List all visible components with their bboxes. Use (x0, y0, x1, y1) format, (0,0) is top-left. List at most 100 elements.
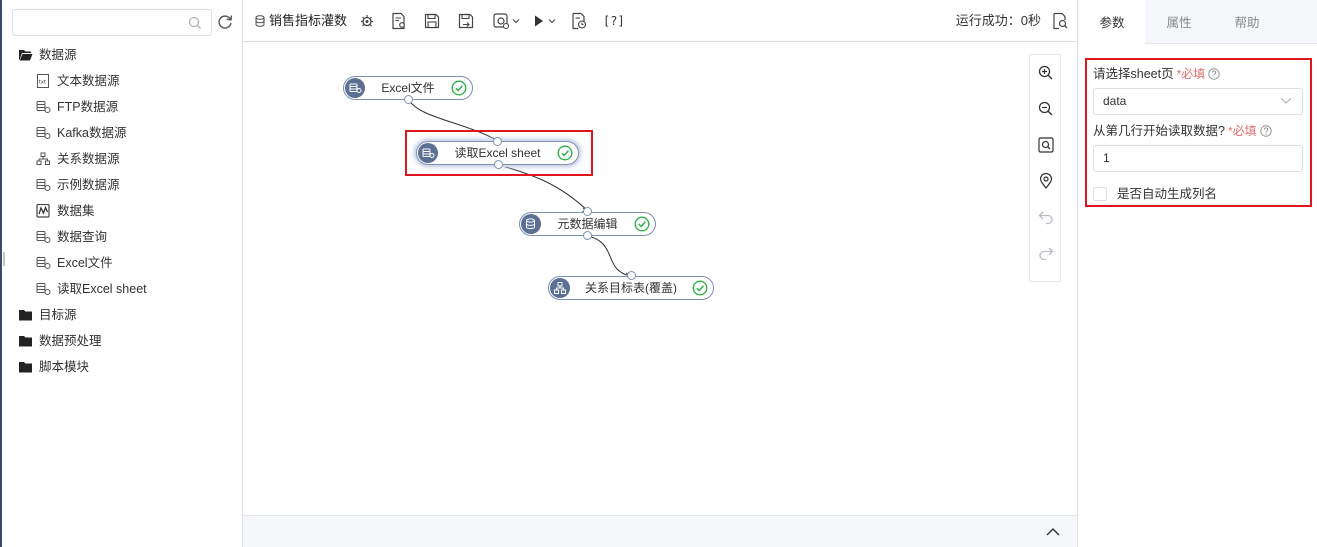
tree-item-data-query[interactable]: 数据查询 (0, 224, 240, 250)
search-box[interactable] (12, 9, 212, 36)
refresh-icon[interactable] (216, 13, 234, 31)
node-output-port[interactable] (404, 95, 413, 104)
tree-item-relational-datasource[interactable]: 关系数据源 (0, 146, 240, 172)
help-button[interactable]: [?] (603, 12, 625, 30)
tree-folder-label: 目标源 (39, 308, 77, 322)
tree-item-label: 数据查询 (57, 230, 108, 244)
run-dropdown-button[interactable] (532, 12, 560, 30)
tree-item-kafka-datasource[interactable]: Kafka数据源 (0, 120, 240, 146)
file-settings-icon (392, 12, 405, 30)
relation-tree-icon (550, 278, 570, 298)
tree-folder-target[interactable]: 目标源 (0, 302, 240, 328)
tab-help[interactable]: 帮助 (1214, 0, 1280, 44)
right-properties-panel: 参数 属性 帮助 请选择sheet页 *必填 data 从第几行开始读取数据? *必… (1077, 0, 1317, 547)
database-gear-icon (418, 143, 438, 163)
required-mark: *必填 (1227, 124, 1257, 138)
database-gear-icon (36, 179, 51, 191)
tree-item-text-datasource[interactable]: txt 文本数据源 (0, 68, 240, 94)
zoom-out-icon[interactable] (1037, 100, 1055, 118)
start-row-label-text: 从第几行开始读取数据? (1093, 124, 1225, 138)
tree-item-ftp-datasource[interactable]: FTP数据源 (0, 94, 240, 120)
tree-folder-label: 数据预处理 (39, 334, 102, 348)
success-check-icon (557, 145, 573, 161)
database-gear-icon (36, 257, 51, 269)
tab-properties[interactable]: 属性 (1146, 0, 1212, 44)
tree-folder-label: 脚本模块 (39, 360, 90, 374)
node-input-port[interactable] (627, 271, 636, 280)
database-gear-icon (36, 283, 51, 295)
dataset-chart-icon (36, 204, 50, 218)
node-label: 关系目标表(覆盖) (585, 281, 677, 295)
flow-canvas[interactable]: Excel文件 读取Excel sheet 元数据编辑 关系目标表(覆盖) (243, 43, 1077, 515)
node-input-port[interactable] (583, 207, 592, 216)
auto-column-names-label: 是否自动生成列名 (1117, 187, 1218, 201)
tree-folder-script[interactable]: 脚本模块 (0, 354, 240, 380)
panel-tabs: 参数 属性 帮助 (1078, 0, 1317, 45)
fit-view-icon[interactable] (1037, 136, 1055, 154)
run-history-button[interactable] (570, 12, 588, 30)
run-log-button[interactable] (1051, 12, 1069, 30)
node-output-port[interactable] (583, 231, 592, 240)
sidebar-resize-handle[interactable] (3, 252, 5, 266)
tree-item-label: 示例数据源 (57, 178, 120, 192)
database-gear-icon (36, 101, 51, 113)
toolbar: 销售指标灌数 [?] 运行成功：0秒 (243, 0, 1077, 42)
save-button[interactable] (423, 12, 441, 30)
save-icon (424, 13, 440, 29)
file-clock-icon (572, 12, 587, 30)
sheet-label-text: 请选择sheet页 (1093, 67, 1174, 81)
database-edit-icon (521, 214, 541, 234)
folder-open-icon (19, 50, 33, 61)
folder-icon (19, 310, 32, 321)
schedule-dropdown-button[interactable] (492, 12, 522, 30)
save-as-icon (458, 13, 474, 29)
relation-tree-icon (36, 152, 50, 165)
tree-folder-datasource[interactable]: 数据源 (0, 42, 240, 68)
tree-folder-preprocess[interactable]: 数据预处理 (0, 328, 240, 354)
tab-params[interactable]: 参数 (1079, 0, 1145, 45)
tree-item-label: Kafka数据源 (57, 126, 127, 140)
search-icon[interactable] (188, 16, 202, 30)
tree-item-label: FTP数据源 (57, 100, 119, 114)
success-check-icon (451, 80, 467, 96)
start-row-input[interactable]: 1 (1093, 145, 1303, 172)
zoom-in-icon[interactable] (1037, 64, 1055, 82)
database-gear-icon (345, 78, 365, 98)
svg-text:txt: txt (39, 80, 47, 86)
save-as-button[interactable] (457, 12, 475, 30)
bottom-panel-bar (243, 515, 1077, 547)
node-input-port[interactable] (493, 137, 502, 146)
sheet-select-value: data (1103, 94, 1127, 108)
chevron-up-icon[interactable] (1045, 525, 1061, 539)
success-check-icon (634, 216, 650, 232)
edge-metadata-to-target (587, 235, 632, 277)
tree-folder-label: 数据源 (39, 48, 77, 62)
undo-icon[interactable] (1037, 208, 1055, 226)
sheet-select[interactable]: data (1093, 88, 1303, 115)
bug-icon (361, 15, 373, 27)
debug-button[interactable] (358, 12, 376, 30)
tree-item-label: 文本数据源 (57, 74, 120, 88)
locate-icon[interactable] (1037, 172, 1055, 190)
canvas-tool-panel (1029, 54, 1061, 282)
auto-column-names-checkbox[interactable] (1093, 187, 1107, 201)
flow-database-icon (255, 15, 265, 27)
required-mark: *必填 (1176, 67, 1206, 81)
question-circle-icon[interactable] (1259, 125, 1272, 137)
redo-icon[interactable] (1037, 244, 1055, 262)
database-gear-icon (36, 127, 51, 139)
search-input[interactable] (19, 13, 179, 32)
config-file-button[interactable] (390, 12, 408, 30)
tree-item-sample-datasource[interactable]: 示例数据源 (0, 172, 240, 198)
tree-item-read-excel-sheet[interactable]: 读取Excel sheet (0, 276, 240, 302)
tree-item-label: 读取Excel sheet (57, 282, 147, 296)
folder-icon (19, 336, 32, 347)
tree-item-excel-file[interactable]: Excel文件 (0, 250, 240, 276)
folder-icon (19, 362, 32, 373)
question-circle-icon[interactable] (1208, 68, 1220, 80)
txt-file-icon: txt (37, 74, 49, 88)
tree-item-label: Excel文件 (57, 256, 113, 270)
flow-title-text: 销售指标灌数 (269, 13, 348, 28)
node-output-port[interactable] (494, 160, 503, 169)
tree-item-dataset[interactable]: 数据集 (0, 198, 240, 224)
